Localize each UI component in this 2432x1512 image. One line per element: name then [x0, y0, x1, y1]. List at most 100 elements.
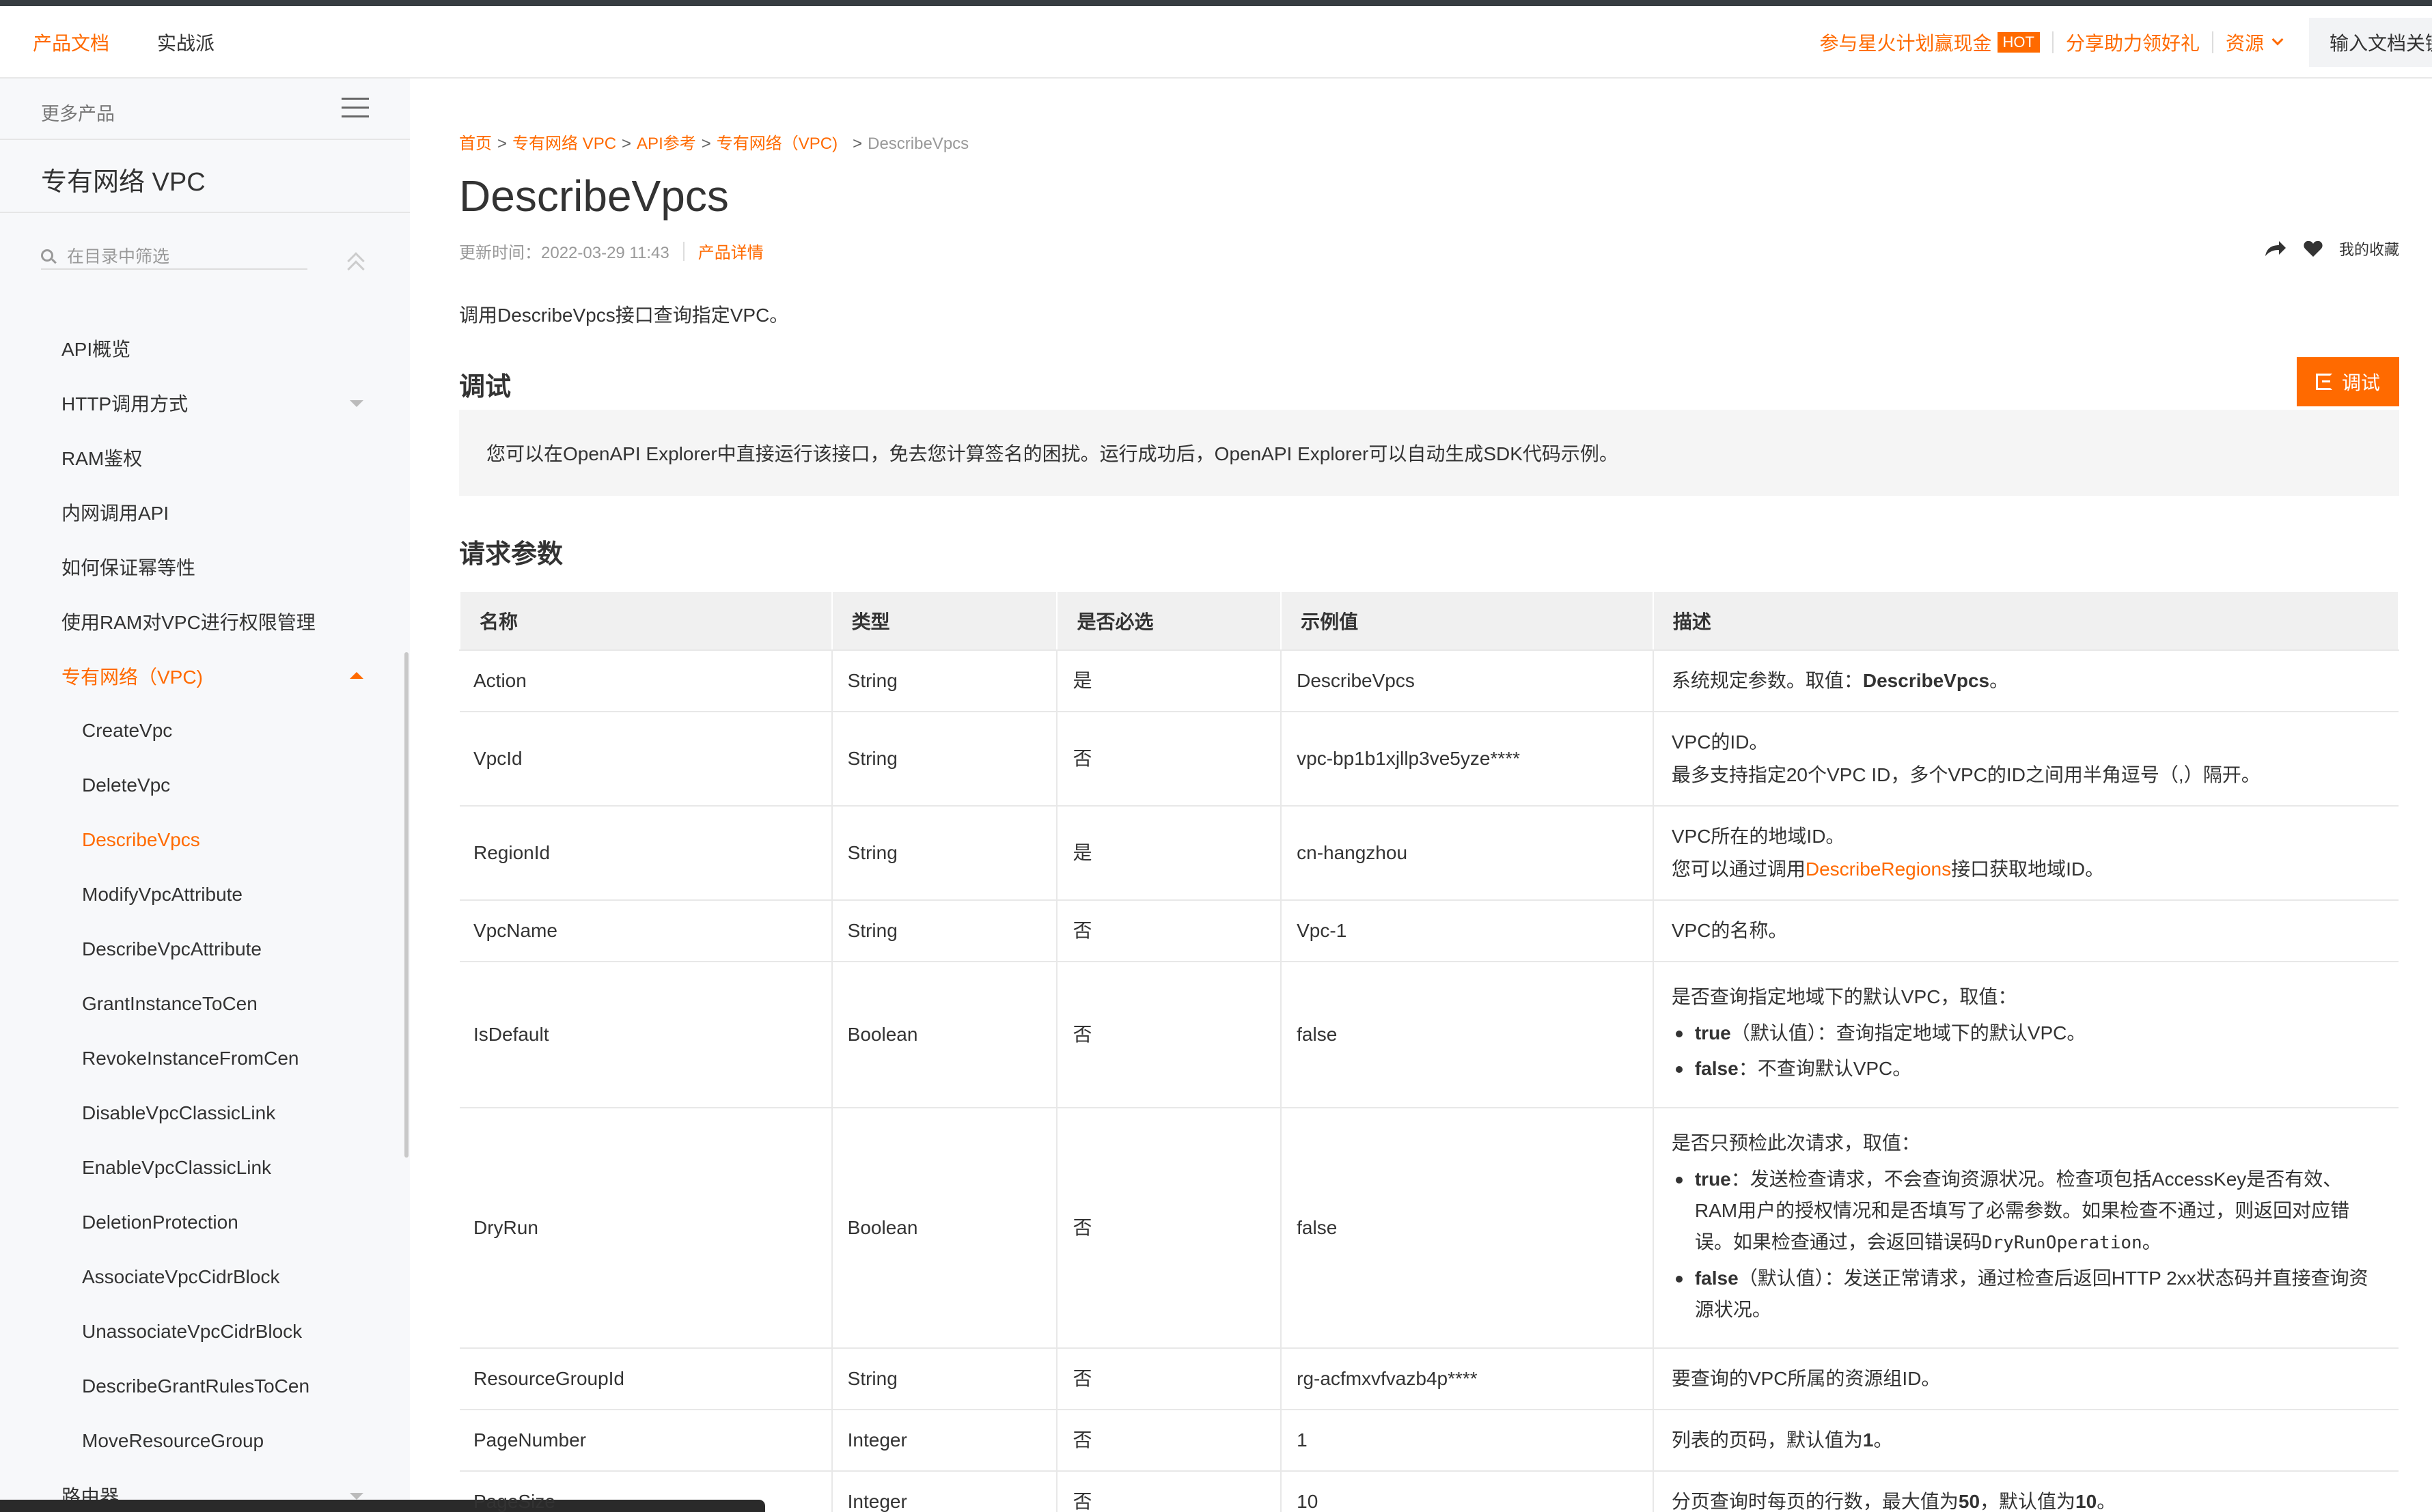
toc-subitem[interactable]: DeleteVpc: [0, 758, 410, 813]
param-name: PageNumber: [460, 1410, 833, 1472]
toc-item[interactable]: 使用RAM对VPC进行权限管理: [0, 594, 410, 649]
heart-icon[interactable]: [2304, 240, 2323, 257]
toc-item-label: DisableVpcClassicLink: [82, 1102, 276, 1123]
column-header: 名称: [459, 591, 833, 651]
doc-search-input[interactable]: 输入文档关键: [2309, 18, 2432, 67]
toc-subitem[interactable]: ModifyVpcAttribute: [0, 867, 410, 922]
params-table: 名称 类型 是否必选 示例值 描述 Action String 是 Descri…: [459, 591, 2400, 1512]
param-required: 否: [1057, 962, 1282, 1108]
toc-item-label: RevokeInstanceFromCen: [82, 1048, 299, 1069]
param-type: String: [831, 900, 1058, 962]
desc-value: DescribeVpcs: [1862, 670, 1990, 691]
api-intro: 调用DescribeVpcs接口查询指定VPC。: [459, 305, 789, 326]
params-heading: 请求参数: [459, 540, 564, 569]
desc-text: 。: [2142, 1231, 2161, 1252]
tab-practice[interactable]: 实战派: [157, 29, 215, 56]
table-row: PageNumber Integer 否 1 列表的页码，默认值为1。: [460, 1410, 2399, 1472]
breadcrumb-sep: >: [622, 135, 632, 153]
param-type: Integer: [831, 1410, 1058, 1472]
header-divider: [2211, 31, 2213, 53]
toc-subitem[interactable]: DisableVpcClassicLink: [0, 1086, 410, 1140]
param-name: RegionId: [460, 806, 833, 901]
toc-subitem[interactable]: DeletionProtection: [0, 1195, 410, 1250]
toc-item-label: DeletionProtection: [82, 1212, 238, 1233]
breadcrumb-link[interactable]: 专有网络 VPC: [512, 135, 616, 153]
table-row: VpcName String 否 Vpc-1 VPC的名称。: [460, 900, 2399, 962]
table-row: RegionId String 是 cn-hangzhou VPC所在的地域ID…: [460, 806, 2399, 901]
param-required: 是: [1057, 806, 1282, 901]
param-type: String: [831, 1348, 1058, 1410]
param-name: PageSize: [460, 1471, 833, 1512]
product-title: 专有网络 VPC: [41, 168, 206, 197]
toc-item-label: 使用RAM对VPC进行权限管理: [61, 612, 316, 633]
desc-text: 。: [2097, 1491, 2116, 1512]
breadcrumb-link[interactable]: 首页: [459, 135, 492, 153]
toc-subitem[interactable]: MoveResourceGroup: [0, 1414, 410, 1468]
promo-link[interactable]: 参与星火计划赢现金: [1820, 29, 1992, 56]
breadcrumb-link[interactable]: 专有网络（VPC): [717, 135, 838, 153]
share-gift-link[interactable]: 分享助力领好礼: [2066, 29, 2200, 56]
toc-filter-input[interactable]: 在目录中筛选: [41, 242, 307, 270]
param-example: false: [1281, 962, 1654, 1108]
resources-menu[interactable]: 资源: [2226, 29, 2264, 56]
desc-value: 1: [1862, 1429, 1874, 1451]
toc-subitem[interactable]: EnableVpcClassicLink: [0, 1140, 410, 1195]
doc-search-placeholder: 输入文档关键: [2330, 33, 2432, 54]
toc-subitem[interactable]: DescribeVpcAttribute: [0, 922, 410, 977]
toc-list: API概览 HTTP调用方式 RAM鉴权 内网调用API 如何保证幂等性 使用R…: [0, 321, 410, 1512]
toc-subitem[interactable]: GrantInstanceToCen: [0, 977, 410, 1031]
debug-button[interactable]: 调试: [2297, 357, 2399, 406]
breadcrumb-sep: >: [497, 135, 508, 153]
menu-icon[interactable]: [342, 98, 369, 118]
desc-bullet: true（默认值）：查询指定地域下的默认VPC。: [1672, 1018, 2379, 1049]
toc-subitem[interactable]: DescribeGrantRulesToCen: [0, 1359, 410, 1414]
toc-item-label: DescribeGrantRulesToCen: [82, 1375, 310, 1397]
toc-item[interactable]: HTTP调用方式: [0, 376, 410, 430]
collapse-icon[interactable]: [350, 672, 363, 679]
param-type: String: [831, 650, 1058, 712]
tab-product-docs[interactable]: 产品文档: [33, 29, 109, 56]
toc-item-label: 如何保证幂等性: [61, 557, 196, 578]
toc-item-vpc-group[interactable]: 专有网络（VPC): [0, 649, 410, 703]
toc-subitem[interactable]: AssociateVpcCidrBlock: [0, 1250, 410, 1304]
desc-text: 是否只预检此次请求，取值：: [1671, 1132, 1920, 1153]
desc-bullets: true（默认值）：查询指定地域下的默认VPC。 false：不查询默认VPC。: [1672, 1018, 2379, 1084]
toc-item[interactable]: API概览: [0, 321, 410, 376]
header-tabs: 产品文档 实战派: [33, 6, 215, 79]
desc-text: 接口获取地域ID。: [1951, 858, 2105, 880]
divider: [0, 139, 410, 140]
sidebar-scrollbar[interactable]: [404, 652, 409, 1158]
expand-icon[interactable]: [350, 1493, 363, 1500]
toc-subitem[interactable]: CreateVpc: [0, 703, 410, 758]
breadcrumb-current: DescribeVpcs: [868, 135, 969, 153]
favorite-link[interactable]: 我的收藏: [2339, 238, 2399, 260]
param-type: String: [831, 806, 1058, 901]
toc-item[interactable]: 内网调用API: [0, 485, 410, 540]
param-desc: 分页查询时每页的行数，最大值为50，默认值为10。: [1653, 1471, 2399, 1512]
param-desc: 是否只预检此次请求，取值： true：发送检查请求，不会查询资源状况。检查项包括…: [1653, 1108, 2399, 1349]
toc-subitem-active[interactable]: DescribeVpcs: [0, 813, 410, 867]
desc-key: true: [1694, 1022, 1731, 1044]
param-required: 否: [1057, 1410, 1282, 1472]
column-header: 示例值: [1280, 591, 1654, 651]
param-desc: 是否查询指定地域下的默认VPC，取值： true（默认值）：查询指定地域下的默认…: [1653, 962, 2399, 1108]
toc-item-label: DescribeVpcs: [82, 829, 200, 850]
toc-item-label: DeleteVpc: [82, 774, 171, 796]
error-code: DryRunOperation: [1981, 1232, 2142, 1253]
toc-item[interactable]: 如何保证幂等性: [0, 540, 410, 594]
breadcrumb-link[interactable]: API参考: [637, 135, 696, 153]
expand-icon[interactable]: [350, 400, 363, 407]
desc-text: 最多支持指定20个VPC ID，多个VPC的ID之间用半角逗号（,）隔开。: [1671, 764, 2261, 785]
toc-subitem[interactable]: UnassociateVpcCidrBlock: [0, 1304, 410, 1359]
desc-text: VPC所在的地域ID。: [1671, 826, 1845, 847]
product-detail-link[interactable]: 产品详情: [698, 239, 764, 263]
toc-subitem[interactable]: RevokeInstanceFromCen: [0, 1031, 410, 1086]
desc-line: 您可以通过调用DescribeRegions接口获取地域ID。: [1672, 853, 2379, 886]
describe-regions-link[interactable]: DescribeRegions: [1806, 858, 1951, 880]
desc-text: 。: [1873, 1429, 1893, 1451]
more-products-link[interactable]: 更多产品: [41, 99, 115, 126]
table-row: ResourceGroupId String 否 rg-acfmxvfvazb4…: [460, 1348, 2399, 1410]
desc-text: （默认值）：发送正常请求，通过检查后返回HTTP 2xx状态码并直接查询资源状况…: [1694, 1267, 2368, 1320]
share-icon[interactable]: [2264, 240, 2287, 257]
toc-item[interactable]: RAM鉴权: [0, 430, 410, 485]
